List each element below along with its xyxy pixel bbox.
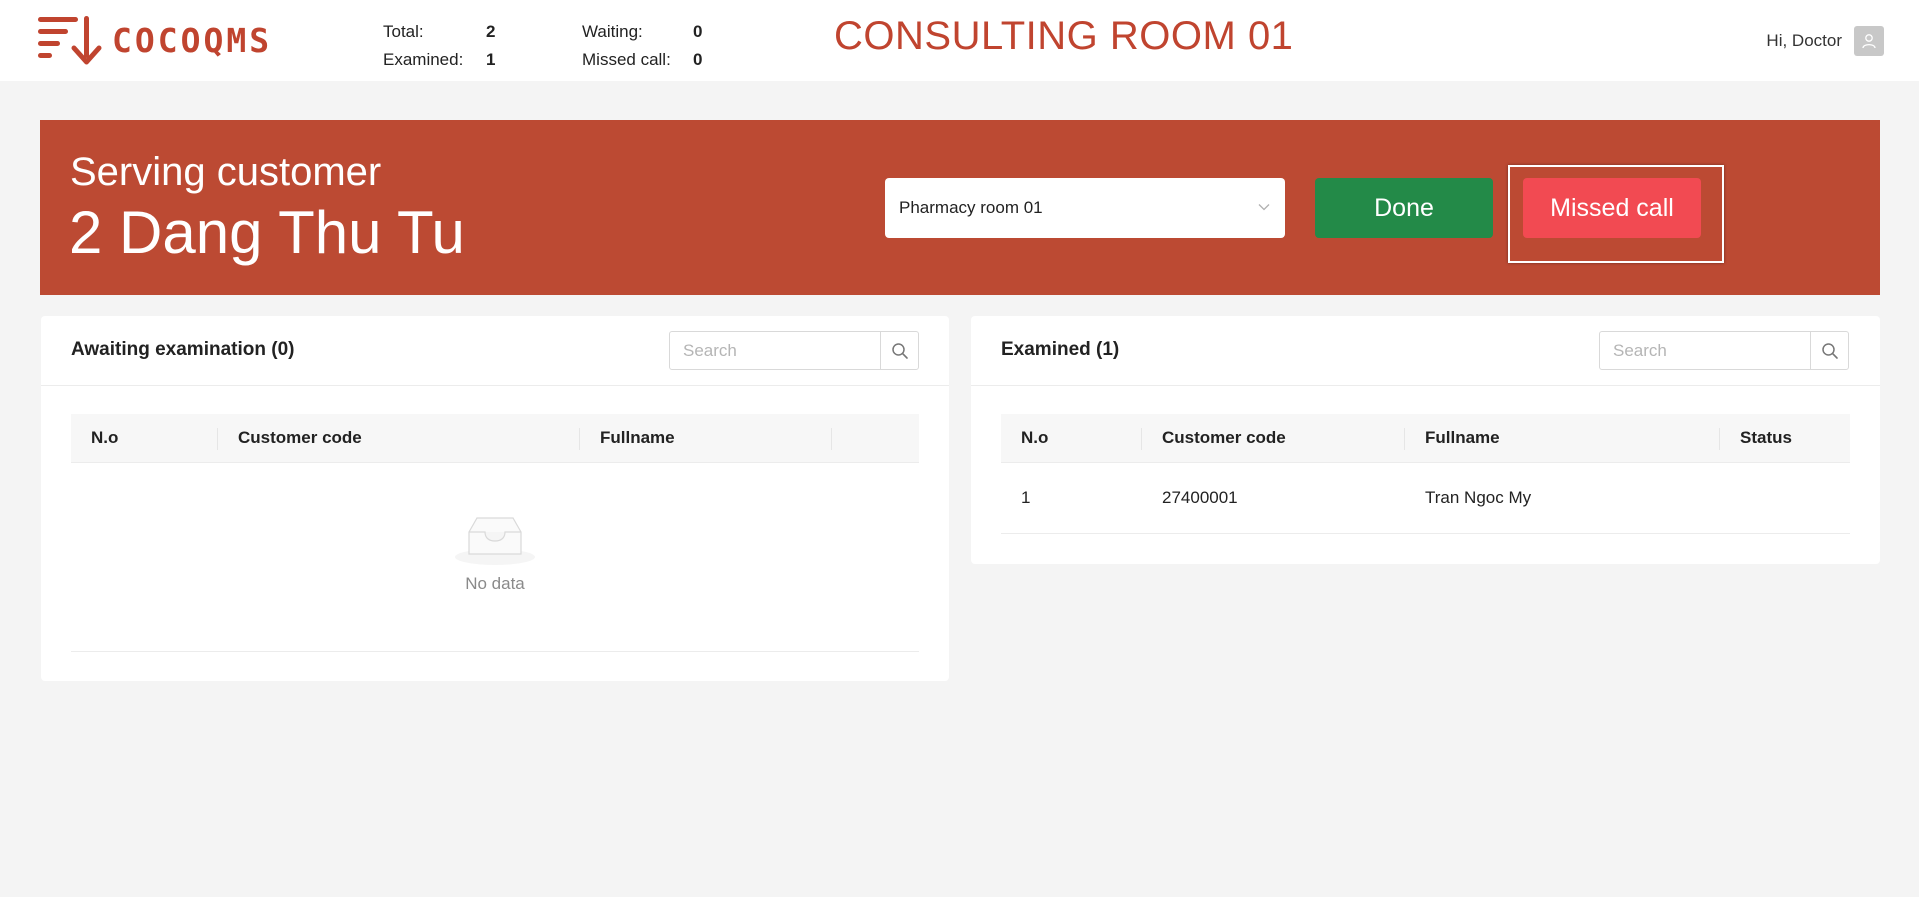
- stats-total-examined: Total: 2 Examined: 1: [383, 18, 495, 74]
- user-menu[interactable]: Hi, Doctor: [1766, 26, 1884, 56]
- awaiting-panel-header: Awaiting examination (0): [41, 316, 949, 386]
- examined-search: [1599, 331, 1849, 370]
- awaiting-search-input[interactable]: [670, 332, 880, 369]
- col-fullname: Fullname: [1405, 414, 1720, 463]
- search-icon: [1821, 342, 1838, 359]
- empty-text: No data: [465, 574, 525, 593]
- table-header-row: N.o Customer code Fullname: [71, 414, 919, 463]
- app-logo[interactable]: COCOQMS: [36, 14, 326, 66]
- examined-label: Examined:: [383, 50, 464, 69]
- row-status: [1720, 462, 1850, 534]
- examined-panel: Examined (1) N.o Customer code Fullname …: [971, 316, 1880, 564]
- stats-waiting-missed: Waiting: 0 Missed call: 0: [582, 18, 702, 74]
- col-fullname: Fullname: [580, 414, 832, 463]
- col-customer-code: Customer code: [1142, 414, 1405, 463]
- done-button[interactable]: Done: [1315, 178, 1493, 238]
- awaiting-search-button[interactable]: [880, 332, 918, 369]
- missed-call-value: 0: [693, 50, 703, 69]
- room-select-value: Pharmacy room 01: [899, 198, 1043, 217]
- serving-banner: Serving customer 2 Dang Thu Tu Pharmacy …: [40, 120, 1880, 295]
- waiting-label: Waiting:: [582, 22, 643, 41]
- examined-search-input[interactable]: [1600, 332, 1810, 369]
- awaiting-title: Awaiting examination (0): [71, 339, 295, 360]
- user-greeting: Hi, Doctor: [1766, 31, 1842, 50]
- col-extra: [832, 414, 919, 463]
- total-value: 2: [486, 22, 496, 41]
- user-icon: [1862, 34, 1876, 49]
- row-fullname: Tran Ngoc My: [1405, 462, 1720, 534]
- chevron-down-icon: [1258, 204, 1270, 211]
- room-title: CONSULTING ROOM 01: [834, 14, 1294, 58]
- row-no: 1: [1001, 462, 1142, 534]
- missed-call-button[interactable]: Missed call: [1523, 178, 1701, 238]
- table-header-row: N.o Customer code Fullname Status: [1001, 414, 1850, 463]
- total-label: Total:: [383, 22, 424, 41]
- room-transfer-select[interactable]: Pharmacy room 01: [885, 178, 1285, 238]
- examined-title: Examined (1): [1001, 339, 1120, 360]
- col-customer-code: Customer code: [218, 414, 580, 463]
- examined-table: N.o Customer code Fullname Status 1 2740…: [1001, 414, 1850, 534]
- table-row[interactable]: 1 27400001 Tran Ngoc My: [1001, 462, 1850, 534]
- queue-logo-icon: [38, 16, 102, 65]
- serving-customer-name: 2 Dang Thu Tu: [69, 199, 465, 266]
- serving-label: Serving customer: [70, 150, 382, 194]
- col-status: Status: [1720, 414, 1850, 463]
- examined-value: 1: [486, 50, 496, 69]
- row-customer-code: 27400001: [1142, 462, 1405, 534]
- top-header: COCOQMS Total: 2 Examined: 1 Waiting: 0 …: [0, 0, 1919, 81]
- col-no: N.o: [71, 414, 218, 463]
- awaiting-table: N.o Customer code Fullname: [71, 414, 919, 463]
- search-icon: [891, 342, 908, 359]
- col-no: N.o: [1001, 414, 1142, 463]
- empty-state: No data: [71, 463, 919, 652]
- logo-text: COCOQMS: [112, 20, 273, 60]
- examined-search-button[interactable]: [1810, 332, 1848, 369]
- missed-call-label: Missed call:: [582, 50, 671, 69]
- awaiting-panel: Awaiting examination (0) N.o Customer co…: [41, 316, 949, 681]
- waiting-value: 0: [693, 22, 703, 41]
- awaiting-search: [669, 331, 919, 370]
- empty-inbox-icon: [455, 517, 535, 565]
- examined-panel-header: Examined (1): [971, 316, 1880, 386]
- avatar[interactable]: [1854, 26, 1884, 56]
